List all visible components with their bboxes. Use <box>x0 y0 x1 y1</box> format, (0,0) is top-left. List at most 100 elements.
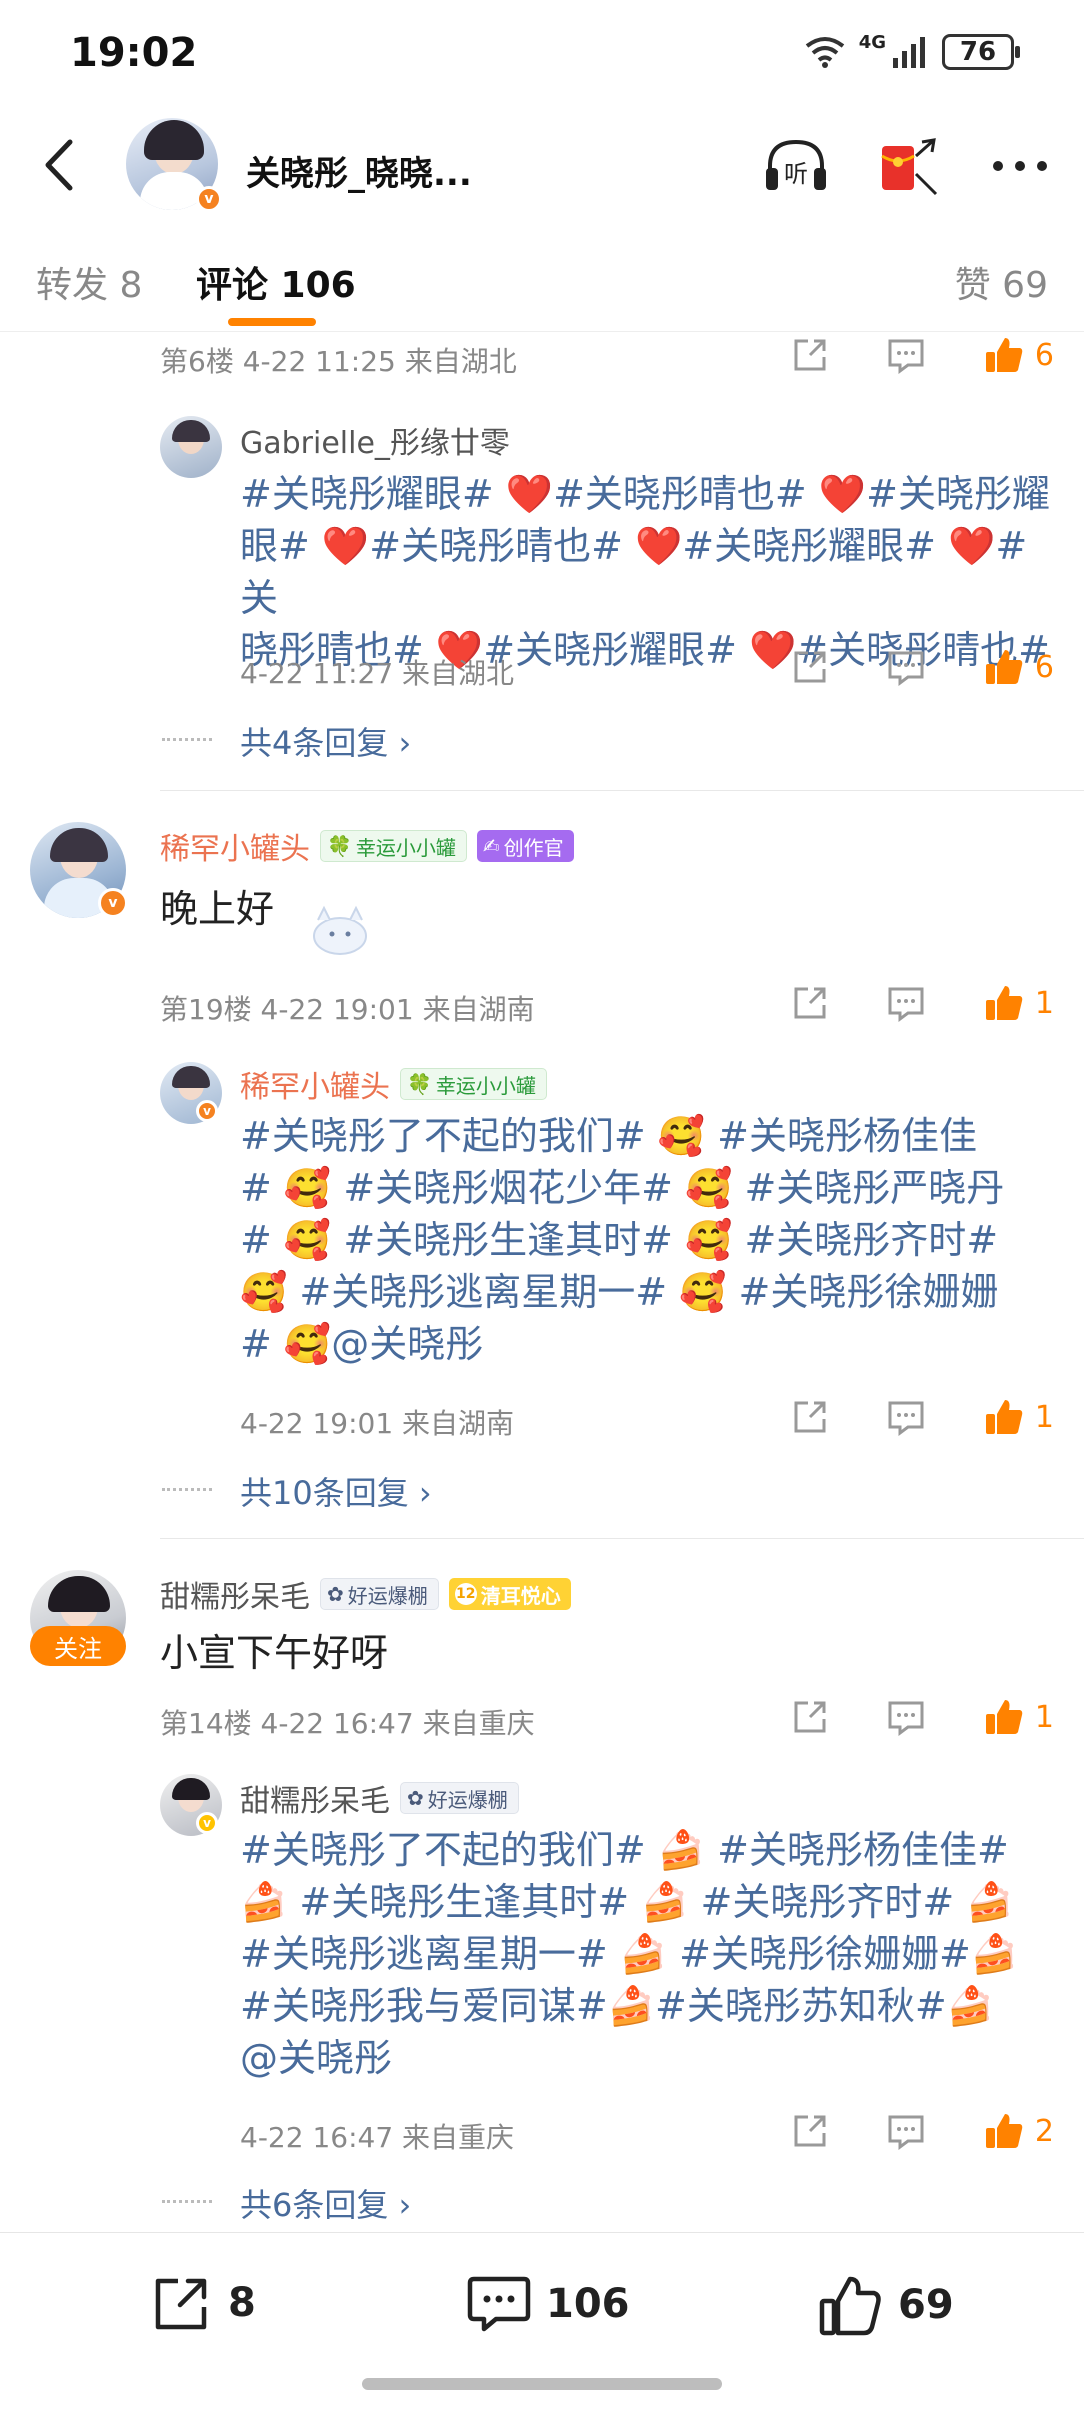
like-action[interactable]: 69 <box>818 2273 954 2337</box>
thumb-up-icon <box>985 2114 1023 2148</box>
follow-button[interactable]: 关注 <box>30 1626 126 1666</box>
verified-badge-icon: v <box>196 1100 218 1122</box>
status-bar: 19:02 4G 76 <box>0 0 1084 110</box>
header: v 关晓彤_晓晓... 听 <box>0 110 1084 220</box>
repost-button[interactable] <box>762 983 858 1023</box>
comment-meta: 第6楼 4-22 11:25 来自湖北 <box>160 345 517 378</box>
reply-text[interactable]: #关晓彤耀眼# ❤️#关晓彤晴也# ❤️#关晓彤耀 眼# ❤️#关晓彤晴也# ❤… <box>240 468 1060 676</box>
clover-icon: ✿ <box>407 1786 424 1810</box>
status-icons: 4G 76 <box>805 31 1020 70</box>
reply-meta: 4-22 19:01 来自湖南 <box>240 1407 515 1440</box>
reply-username[interactable]: Gabrielle_彤缘廿零 <box>240 418 510 462</box>
signal-icon <box>893 37 925 68</box>
comment-count: 106 <box>546 2281 630 2327</box>
comment-meta: 第19楼 4-22 19:01 来自湖南 <box>160 993 535 1026</box>
comment-actions: 6 <box>762 334 1054 376</box>
reply-meta: 4-22 16:47 来自重庆 <box>240 2121 515 2154</box>
view-replies-link[interactable]: 共4条回复 › <box>240 718 411 764</box>
repost-button[interactable] <box>762 335 858 375</box>
reply-button[interactable] <box>858 647 954 687</box>
reply-username[interactable]: 甜糯彤呆毛 <box>240 1776 390 1820</box>
listen-button[interactable]: 听 <box>762 132 830 200</box>
level-badge-icon: 12 <box>454 1583 477 1605</box>
verified-badge-icon: v <box>196 186 222 212</box>
clover-icon: 🍀 <box>407 1072 432 1096</box>
comment-icon <box>467 2276 531 2332</box>
like-button[interactable]: 1 <box>954 1696 1054 1738</box>
page-title: 关晓彤_晓晓... <box>246 154 472 194</box>
comment-text[interactable]: 小宣下午好呀 <box>160 1622 388 1677</box>
reply-meta: 4-22 11:27 来自湖北 <box>240 657 515 690</box>
reply-text[interactable]: #关晓彤了不起的我们# 🍰 #关晓彤杨佳佳# 🍰 #关晓彤生逢其时# 🍰 #关晓… <box>240 1824 1060 2084</box>
clover-icon: 🍀 <box>327 834 352 858</box>
replies-dots <box>162 1488 212 1491</box>
user-badge[interactable]: ✍ 创作官 <box>476 830 574 862</box>
creator-icon: ✍ <box>482 834 500 858</box>
bottom-action-bar: 8 106 69 <box>0 2232 1084 2372</box>
user-badge[interactable]: ✿ 好运爆棚 <box>320 1578 439 1610</box>
red-packet-button[interactable] <box>874 132 942 200</box>
user-badge[interactable]: ✿ 好运爆棚 <box>400 1782 519 1814</box>
comment-icon <box>888 1701 924 1736</box>
wifi-icon <box>805 37 844 68</box>
commenter-username[interactable]: 甜糯彤呆毛 <box>160 1572 310 1616</box>
like-button[interactable]: 1 <box>954 1396 1054 1438</box>
repost-button[interactable] <box>762 2111 858 2151</box>
reply-button[interactable] <box>858 983 954 1023</box>
comment-text[interactable]: 晚上好 <box>160 878 274 933</box>
tab-comments[interactable]: 评论 106 <box>196 256 356 308</box>
comment-actions: 1 <box>762 982 1054 1024</box>
reply-actions: 1 <box>762 1396 1054 1438</box>
reply-text[interactable]: #关晓彤了不起的我们# 🥰 #关晓彤杨佳佳 # 🥰 #关晓彤烟花少年# 🥰 #关… <box>240 1110 1060 1370</box>
comment-actions: 1 <box>762 1696 1054 1738</box>
verified-badge-icon: v <box>98 888 128 918</box>
repost-button[interactable] <box>762 1697 858 1737</box>
like-button[interactable]: 1 <box>954 982 1054 1024</box>
replies-dots <box>162 2200 212 2203</box>
user-badge[interactable]: 12 清耳悦心 <box>448 1578 571 1610</box>
reply-avatar[interactable] <box>160 416 222 478</box>
reply-button[interactable] <box>858 1397 954 1437</box>
back-button[interactable] <box>30 132 90 198</box>
like-count: 6 <box>1034 649 1054 685</box>
home-indicator[interactable] <box>362 2378 722 2390</box>
repost-action[interactable]: 8 <box>150 2273 256 2333</box>
commenter-header: 甜糯彤呆毛 ✿ 好运爆棚 12 清耳悦心 <box>160 1572 571 1616</box>
user-badge[interactable]: 🍀 幸运小小罐 <box>320 830 467 862</box>
tab-bar: 转发 8 评论 106 赞 69 <box>0 222 1084 332</box>
verified-badge-icon: v <box>196 1812 218 1834</box>
reply-button[interactable] <box>858 335 954 375</box>
svg-text:听: 听 <box>784 160 808 188</box>
repost-button[interactable] <box>762 1397 858 1437</box>
thumb-up-icon <box>985 1400 1023 1434</box>
tab-repost[interactable]: 转发 8 <box>36 256 142 308</box>
tab-likes[interactable]: 赞 69 <box>955 256 1048 308</box>
listen-headphone-icon: 听 <box>766 139 826 190</box>
reply-button[interactable] <box>858 2111 954 2151</box>
comment-action[interactable]: 106 <box>466 2273 630 2335</box>
view-replies-link[interactable]: 共6条回复 › <box>240 2180 411 2226</box>
repost-count: 8 <box>228 2280 256 2326</box>
red-packet-icon <box>881 138 938 196</box>
share-icon <box>794 1701 826 1733</box>
commenter-username[interactable]: 稀罕小罐头 <box>160 824 310 868</box>
user-badge[interactable]: 🍀 幸运小小罐 <box>400 1068 547 1100</box>
comment-icon <box>888 1401 924 1436</box>
cat-sticker-icon <box>313 905 367 955</box>
more-options-button[interactable] <box>986 132 1054 200</box>
reply-actions: 2 <box>762 2110 1054 2152</box>
like-button[interactable]: 2 <box>954 2110 1054 2152</box>
commenter-header: 稀罕小罐头 🍀 幸运小小罐 ✍ 创作官 <box>160 824 574 868</box>
thumb-up-icon <box>985 338 1023 372</box>
share-icon <box>794 1401 826 1433</box>
view-replies-link[interactable]: 共10条回复 › <box>240 1468 432 1514</box>
comment-divider <box>160 790 1084 791</box>
repost-button[interactable] <box>762 647 858 687</box>
header-actions: 听 <box>762 132 1054 200</box>
like-button[interactable]: 6 <box>954 646 1054 688</box>
reply-button[interactable] <box>858 1697 954 1737</box>
network-label: 4G <box>858 31 886 53</box>
like-button[interactable]: 6 <box>954 334 1054 376</box>
reply-username[interactable]: 稀罕小罐头 <box>240 1062 390 1106</box>
reply-header: 甜糯彤呆毛 ✿ 好运爆棚 <box>240 1776 519 1820</box>
